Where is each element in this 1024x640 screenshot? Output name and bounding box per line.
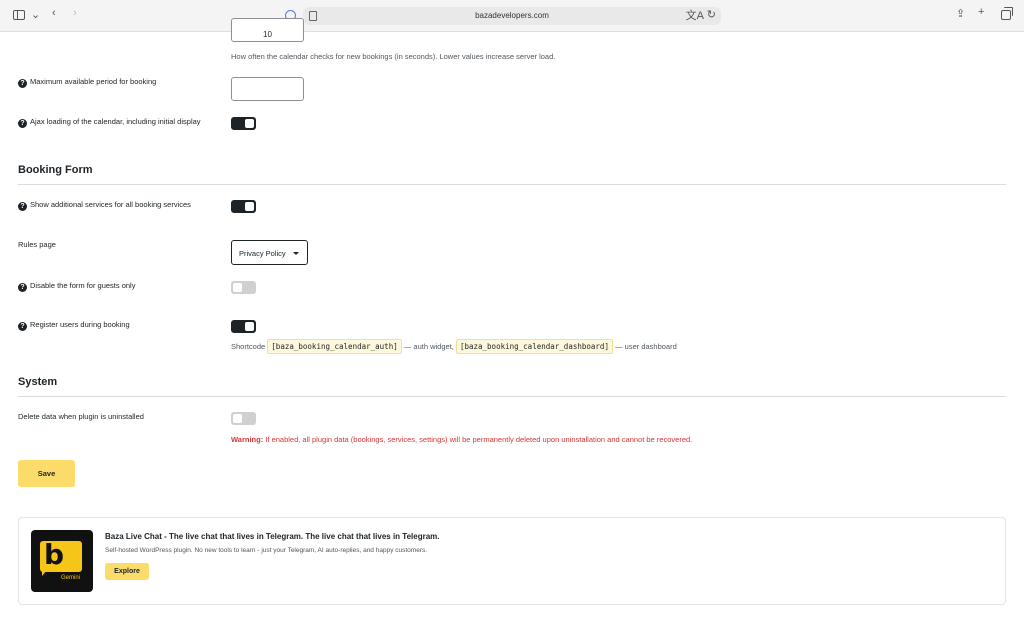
ajax-loading-toggle[interactable] [231,117,256,130]
explore-button[interactable]: Explore [105,563,149,580]
logo-letter: b [44,538,65,571]
back-arrow-icon[interactable]: ‹ [52,8,56,19]
sidebar-toggle-icon[interactable] [13,10,25,20]
max-period-label: ? Maximum available period for booking [18,77,156,88]
additional-services-toggle[interactable] [231,200,256,213]
section-divider [18,184,1006,185]
delete-data-label: Delete data when plugin is uninstalled [18,412,144,421]
translate-icon[interactable]: 文A [686,11,704,22]
delete-data-warning: Warning: If enabled, all plugin data (bo… [231,435,693,444]
help-icon[interactable]: ? [18,119,27,128]
delete-data-toggle[interactable] [231,412,256,425]
shortcode-hint: Shortcode [baza_booking_calendar_auth] —… [231,339,677,354]
disable-guests-toggle[interactable] [231,281,256,294]
save-button[interactable]: Save [18,460,75,487]
browser-toolbar: ⌄ ‹ › bazadevelopers.com 文A ↻ ⇪ + [0,0,1024,32]
ajax-loading-label: ? Ajax loading of the calendar, including… [18,117,208,128]
help-icon[interactable]: ? [18,322,27,331]
shortcode-dashboard: [baza_booking_calendar_dashboard] [455,339,613,354]
max-period-input[interactable] [231,77,304,101]
booking-form-heading: Booking Form [18,164,93,176]
tab-overview-icon[interactable] [1001,7,1013,20]
shortcode-auth: [baza_booking_calendar_auth] [267,339,402,354]
caret-down-icon [293,252,299,255]
promo-description: Self-hosted WordPress plugin. No new too… [105,547,428,554]
url-text: bazadevelopers.com [475,11,549,20]
baza-live-chat-logo: b Gemini [31,530,93,592]
system-heading: System [18,376,58,388]
logo-caption: Gemini [61,575,81,581]
register-users-label: ? Register users during booking [18,320,130,331]
promo-title: Baza Live Chat - The live chat that live… [105,532,440,541]
check-interval-description: How often the calendar checks for new bo… [231,52,556,61]
rules-page-label: Rules page [18,240,56,249]
help-icon[interactable]: ? [18,283,27,292]
register-users-toggle[interactable] [231,320,256,333]
rules-page-select[interactable]: Privacy Policy [231,240,308,265]
reload-icon[interactable]: ↻ [707,10,716,21]
disable-guests-label: ? Disable the form for guests only [18,281,135,292]
additional-services-label: ? Show additional services for all bookin… [18,200,191,211]
promo-card: b Gemini Baza Live Chat - The live chat … [18,517,1006,605]
share-icon[interactable]: ⇪ [956,9,965,20]
help-icon[interactable]: ? [18,202,27,211]
help-icon[interactable]: ? [18,79,27,88]
new-tab-icon[interactable]: + [978,7,984,18]
check-interval-input[interactable]: 10 [231,18,304,42]
address-bar[interactable]: bazadevelopers.com 文A ↻ [303,7,721,25]
section-divider [18,396,1006,397]
chevron-down-icon[interactable]: ⌄ [31,10,40,21]
forward-arrow-icon[interactable]: › [73,8,77,19]
